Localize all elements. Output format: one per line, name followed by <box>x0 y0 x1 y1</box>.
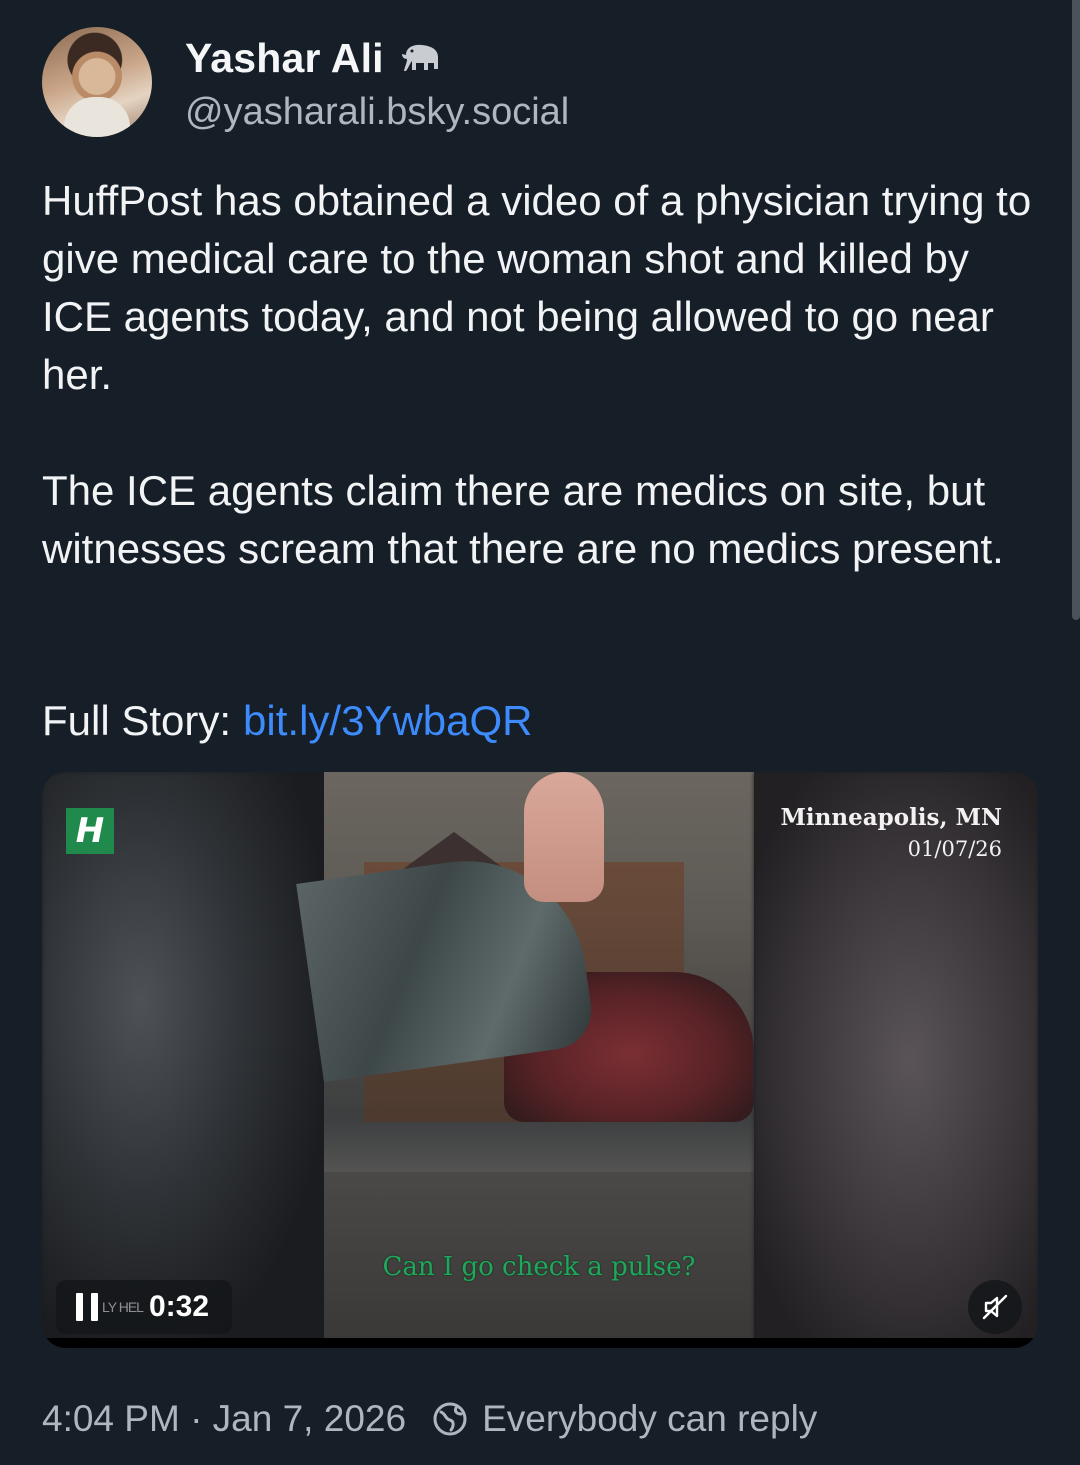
globe-icon <box>433 1402 467 1436</box>
post-paragraph: The ICE agents claim there are medics on… <box>42 467 1004 572</box>
post-paragraph: HuffPost has obtained a video of a physi… <box>42 177 1032 398</box>
speaker-muted-icon <box>982 1294 1008 1320</box>
author-handle[interactable]: @yasharali.bsky.social <box>185 91 569 134</box>
full-story-label: Full Story: <box>42 697 232 744</box>
reply-setting[interactable]: Everybody can reply <box>482 1398 817 1440</box>
video-date: 01/07/26 <box>907 837 1002 861</box>
pause-icon[interactable] <box>76 1293 98 1321</box>
post-timestamp[interactable]: 4:04 PM · Jan 7, 2026 <box>42 1398 406 1440</box>
author-name[interactable]: Yashar Ali <box>185 35 384 82</box>
avatar[interactable] <box>42 27 152 137</box>
scrollbar[interactable] <box>1072 0 1080 620</box>
video-caption: Can I go check a pulse? <box>382 1252 696 1282</box>
video-location-overlay: Minneapolis, MN 01/07/26 <box>780 802 1002 864</box>
video-blur-left <box>42 772 324 1348</box>
elephant-icon <box>401 44 438 71</box>
huffpost-logo: H <box>66 808 114 854</box>
video-watermark-text: LY HEL <box>102 1299 144 1315</box>
full-story-row: Full Story: bit.ly/3YwbaQR <box>42 692 533 750</box>
video-progress-bar[interactable] <box>42 1338 1038 1348</box>
video-location: Minneapolis, MN <box>780 804 1002 831</box>
post-header: Yashar Ali @yasharali.bsky.social <box>42 27 1042 142</box>
video-timecode: 0:32 <box>148 1290 210 1323</box>
author-name-row: Yashar Ali <box>185 33 444 83</box>
post-body: HuffPost has obtained a video of a physi… <box>42 172 1042 578</box>
playback-controls: LY HEL 0:32 <box>56 1280 232 1334</box>
story-link[interactable]: bit.ly/3YwbaQR <box>243 697 532 744</box>
video-player[interactable]: H Minneapolis, MN 01/07/26 Can I go chec… <box>42 772 1038 1348</box>
mute-button[interactable] <box>968 1280 1022 1334</box>
post-footer: 4:04 PM · Jan 7, 2026 Everybody can repl… <box>42 1394 817 1444</box>
